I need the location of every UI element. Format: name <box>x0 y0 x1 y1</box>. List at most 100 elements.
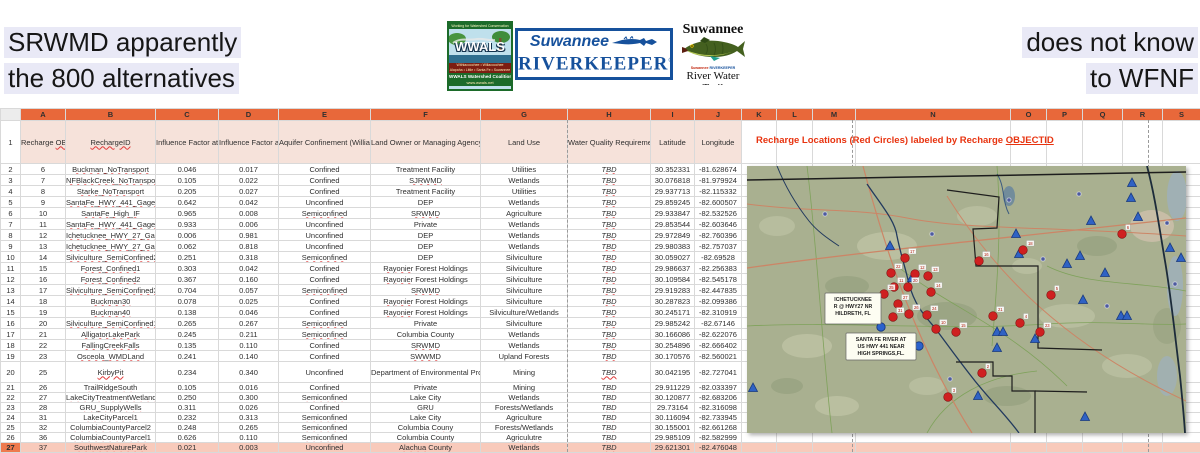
cell[interactable] <box>1011 433 1047 443</box>
cell[interactable]: Semiconfined <box>279 285 371 296</box>
cell[interactable]: 0.367 <box>156 274 219 285</box>
column-header-B[interactable]: B <box>66 109 156 121</box>
cell[interactable]: Wetlands <box>481 443 568 453</box>
cell[interactable]: -82.545178 <box>695 274 742 285</box>
column-header-M[interactable]: M <box>813 109 856 121</box>
cell[interactable]: 0.008 <box>219 208 279 219</box>
cell[interactable]: -82.447835 <box>695 285 742 296</box>
cell[interactable]: 0.267 <box>219 318 279 329</box>
cell[interactable]: 0.265 <box>156 318 219 329</box>
cell[interactable]: 0.026 <box>219 403 279 413</box>
row-header-12[interactable]: 12 <box>1 274 21 285</box>
cell[interactable]: TBD <box>568 263 651 274</box>
cell[interactable]: 13 <box>21 241 66 252</box>
cell[interactable]: ColumbiaCountyParcel1 <box>66 433 156 443</box>
cell[interactable]: LakeCityParcel1 <box>66 413 156 423</box>
cell[interactable]: Wetlands <box>481 241 568 252</box>
cell[interactable]: SouthwestNaturePark <box>66 443 156 453</box>
cell[interactable]: 18 <box>21 296 66 307</box>
cell[interactable] <box>1123 121 1163 164</box>
cell[interactable]: 0.300 <box>219 393 279 403</box>
cell[interactable]: 0.313 <box>219 413 279 423</box>
cell[interactable]: -81.628674 <box>695 164 742 175</box>
cell[interactable]: 23 <box>21 351 66 362</box>
cell[interactable]: TBD <box>568 219 651 230</box>
cell[interactable]: 36 <box>21 433 66 443</box>
cell[interactable]: -82.532526 <box>695 208 742 219</box>
cell[interactable]: Silviculture <box>481 274 568 285</box>
cell[interactable]: -82.727041 <box>695 362 742 383</box>
cell[interactable]: 0.642 <box>156 197 219 208</box>
cell[interactable]: 30.155001 <box>651 423 695 433</box>
cell[interactable]: -82.582999 <box>695 433 742 443</box>
select-all-corner[interactable] <box>1 109 21 121</box>
cell[interactable] <box>813 443 856 453</box>
cell[interactable]: Semiconfined <box>279 318 371 329</box>
cell[interactable]: Forests/Wetlands <box>481 423 568 433</box>
cell[interactable]: Silviculture <box>481 285 568 296</box>
cell[interactable]: 30.059027 <box>651 252 695 263</box>
cell[interactable]: -82.476048 <box>695 443 742 453</box>
cell[interactable]: TBD <box>568 230 651 241</box>
cell[interactable]: -82.099386 <box>695 296 742 307</box>
cell[interactable]: Agriculture <box>481 208 568 219</box>
column-header-C[interactable]: C <box>156 109 219 121</box>
row-header-23[interactable]: 23 <box>1 403 21 413</box>
cell[interactable] <box>813 433 856 443</box>
cell[interactable]: 6 <box>21 164 66 175</box>
cell[interactable] <box>1163 443 1200 453</box>
cell[interactable]: TBD <box>568 340 651 351</box>
cell[interactable]: Wetlands <box>481 230 568 241</box>
row-header-18[interactable]: 18 <box>1 340 21 351</box>
cell[interactable]: 0.626 <box>156 433 219 443</box>
cell[interactable]: Private <box>371 383 481 393</box>
cell[interactable]: Confined <box>279 403 371 413</box>
cell[interactable]: TBD <box>568 164 651 175</box>
cell[interactable]: 0.105 <box>156 383 219 393</box>
cell[interactable]: TBD <box>568 403 651 413</box>
row-header-1[interactable]: 1 <box>1 121 21 164</box>
column-header-J[interactable]: J <box>695 109 742 121</box>
cell[interactable]: 11 <box>21 219 66 230</box>
cell[interactable]: 29.985109 <box>651 433 695 443</box>
cell[interactable]: SJRWMD <box>371 175 481 186</box>
cell[interactable]: Unconfined <box>279 362 371 383</box>
cell[interactable] <box>1163 433 1200 443</box>
header-cell[interactable]: Water Quality Requirements <box>568 121 651 164</box>
cell[interactable]: Semiconfined <box>279 329 371 340</box>
cell[interactable]: Lake City <box>371 413 481 423</box>
cell[interactable]: 30.042195 <box>651 362 695 383</box>
column-header-N[interactable]: N <box>856 109 1011 121</box>
cell[interactable]: 0.105 <box>156 175 219 186</box>
cell[interactable]: Private <box>371 219 481 230</box>
cell[interactable]: -82.033397 <box>695 383 742 393</box>
cell[interactable]: TBD <box>568 175 651 186</box>
cell[interactable]: TBD <box>568 186 651 197</box>
cell[interactable]: 17 <box>21 285 66 296</box>
cell[interactable]: -82.683206 <box>695 393 742 403</box>
cell[interactable]: 29.980383 <box>651 241 695 252</box>
cell[interactable] <box>856 433 1011 443</box>
cell[interactable]: -82.622076 <box>695 329 742 340</box>
cell[interactable]: 19 <box>21 307 66 318</box>
cell[interactable]: Semiconfined <box>279 393 371 403</box>
cell[interactable]: SantaFe_HWY_441_Gage1 <box>66 197 156 208</box>
cell[interactable]: Confined <box>279 175 371 186</box>
cell[interactable] <box>1123 443 1163 453</box>
cell[interactable]: TBD <box>568 423 651 433</box>
cell[interactable]: TBD <box>568 274 651 285</box>
cell[interactable]: 28 <box>21 403 66 413</box>
cell[interactable]: 0.078 <box>156 296 219 307</box>
cell[interactable]: TBD <box>568 296 651 307</box>
cell[interactable]: 0.110 <box>219 433 279 443</box>
cell[interactable]: 0.318 <box>219 252 279 263</box>
cell[interactable]: 0.232 <box>156 413 219 423</box>
cell[interactable]: Forests/Wetlands <box>481 403 568 413</box>
row-header-15[interactable]: 15 <box>1 307 21 318</box>
header-cell[interactable]: RechargeID <box>66 121 156 164</box>
cell[interactable]: -81.979924 <box>695 175 742 186</box>
cell[interactable]: 0.110 <box>219 340 279 351</box>
cell[interactable]: DEP <box>371 197 481 208</box>
cell[interactable]: Rayonier Forest Holdings <box>371 296 481 307</box>
row-header-9[interactable]: 9 <box>1 241 21 252</box>
